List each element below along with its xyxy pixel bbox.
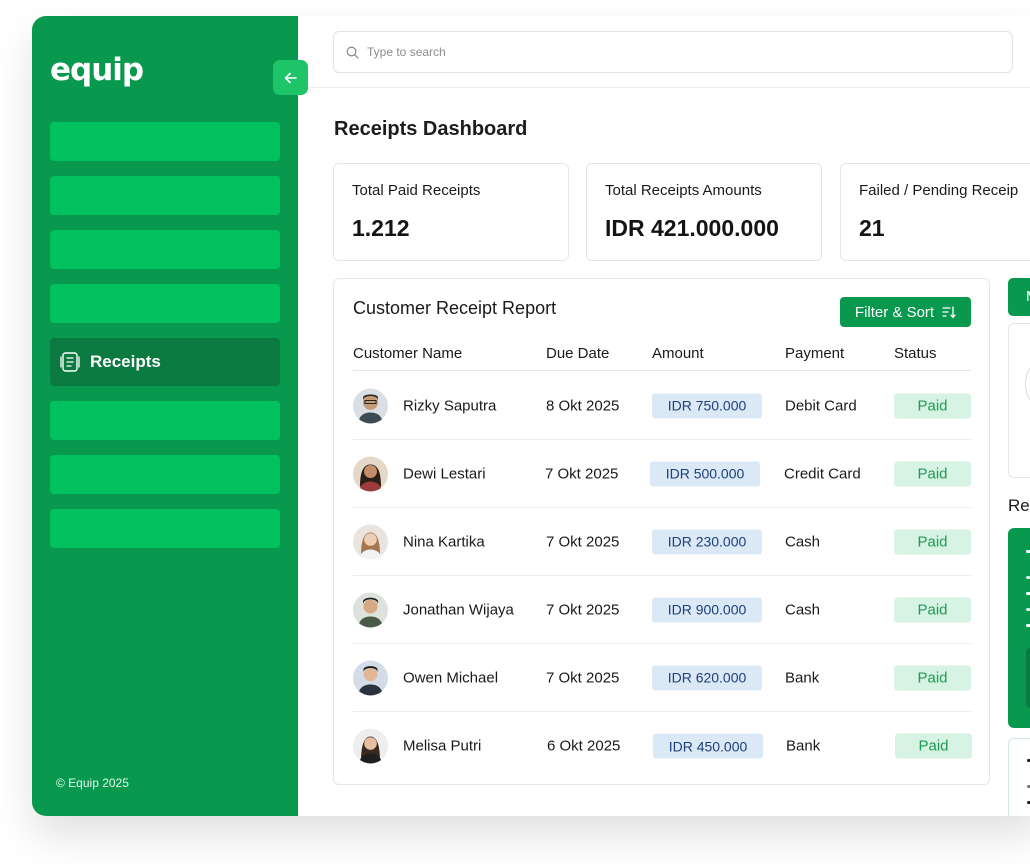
right-panel-text-line [1026,592,1030,595]
top-bar: Type to search [298,16,1030,88]
page-title: Receipts Dashboard [334,118,528,140]
avatar [353,524,388,559]
payment-method: Bank [786,737,821,755]
right-panel-card [1008,323,1030,478]
column-header-due-date[interactable]: Due Date [546,345,609,362]
avatar [353,456,388,491]
receipt-icon [60,351,80,373]
stat-value: 21 [859,215,885,241]
amount-badge: IDR 900.000 [652,597,762,622]
right-panel-inner-block [1026,648,1030,708]
right-panel-text-line [1026,576,1030,579]
column-header-customer-name[interactable]: Customer Name [353,345,462,362]
avatar [353,592,388,627]
table-row[interactable]: Melisa Putri 6 Okt 2025 IDR 450.000 Bank… [353,712,972,780]
right-panel-chart-ring [1025,354,1030,414]
column-header-payment[interactable]: Payment [785,345,844,362]
stat-value: IDR 421.000.000 [605,215,779,241]
sidebar-item-placeholder[interactable] [50,455,280,494]
status-badge: Paid [894,597,971,622]
payment-method: Cash [785,601,821,618]
sidebar-item-label: Receipts [90,352,161,371]
column-header-status[interactable]: Status [894,345,937,362]
arrow-left-icon [284,72,297,83]
sidebar-nav: Receipts [50,122,280,563]
payment-method: Debit Card [785,397,857,414]
stat-card-failed-pending: Failed / Pending Receip 21 [840,163,1030,261]
due-date: 6 Okt 2025 [547,737,621,755]
sidebar-item-placeholder[interactable] [50,122,280,161]
sort-icon [942,305,956,318]
stat-label: Total Paid Receipts [352,182,481,199]
table-row[interactable]: Rizky Saputra 8 Okt 2025 IDR 750.000 Deb… [353,372,971,440]
avatar [353,388,388,423]
search-input[interactable]: Type to search [333,31,1013,73]
right-panel-text-line [1026,550,1030,553]
table-row[interactable]: Dewi Lestari 7 Okt 2025 IDR 500.000 Cred… [353,440,971,508]
status-badge: Paid [894,461,971,486]
equip-logo-mark: equip [50,52,144,88]
sidebar-item-placeholder[interactable] [50,401,280,440]
copyright-text: © Equip 2025 [56,776,129,790]
amount-badge: IDR 750.000 [652,393,762,418]
due-date: 7 Okt 2025 [546,601,620,618]
customer-name: Jonathan Wijaya [403,601,514,618]
due-date: 7 Okt 2025 [546,533,620,550]
amount-badge: IDR 620.000 [652,665,762,690]
amount-badge: IDR 500.000 [650,461,760,486]
column-header-amount[interactable]: Amount [652,345,704,362]
table-row[interactable]: Owen Michael 7 Okt 2025 IDR 620.000 Bank… [353,644,971,712]
avatar [353,660,388,695]
customer-name: Rizky Saputra [403,397,497,414]
right-panel-highlight-card[interactable] [1008,528,1030,728]
sidebar-item-placeholder[interactable] [50,230,280,269]
filter-sort-button[interactable]: Filter & Sort [840,297,971,327]
stat-value: 1.212 [352,215,410,241]
table-row[interactable]: Nina Kartika 7 Okt 2025 IDR 230.000 Cash… [353,508,971,576]
right-panel-receipt-card[interactable] [1008,738,1030,816]
table-row[interactable]: Jonathan Wijaya 7 Okt 2025 IDR 900.000 C… [353,576,971,644]
app-window: equip Receipts © Equip 2025 Type to sear… [32,16,1030,816]
customer-name: Melisa Putri [403,737,482,755]
amount-badge: IDR 230.000 [652,529,762,554]
due-date: 7 Okt 2025 [545,465,619,482]
right-panel-section-title: Re [1008,496,1030,515]
table-header: Customer Name Due Date Amount Payment St… [353,345,971,371]
search-icon [346,46,359,59]
amount-badge: IDR 450.000 [653,733,763,759]
sidebar: equip Receipts © Equip 2025 [32,16,308,816]
due-date: 7 Okt 2025 [546,669,620,686]
customer-receipt-report: Customer Receipt Report Filter & Sort Cu… [333,278,990,785]
collapse-sidebar-button[interactable] [273,60,308,95]
equip-logo[interactable]: equip [50,50,150,94]
svg-text:equip: equip [50,52,143,88]
avatar [353,728,388,764]
right-panel-button[interactable]: M [1008,278,1030,316]
status-badge: Paid [894,665,971,690]
payment-method: Bank [785,669,820,686]
status-badge: Paid [894,529,971,554]
sidebar-item-placeholder[interactable] [50,284,280,323]
sidebar-item-placeholder[interactable] [50,509,280,548]
payment-method: Credit Card [784,465,861,482]
sidebar-item-placeholder[interactable] [50,176,280,215]
customer-name: Nina Kartika [403,533,485,550]
filter-sort-label: Filter & Sort [854,303,935,321]
stat-card-total-amounts: Total Receipts Amounts IDR 421.000.000 [586,163,822,261]
right-panel-text-line [1026,608,1030,611]
report-title: Customer Receipt Report [353,298,557,318]
status-badge: Paid [895,733,972,759]
status-badge: Paid [894,393,971,418]
search-placeholder: Type to search [367,45,446,59]
customer-name: Owen Michael [403,669,499,686]
stat-label: Failed / Pending Receip [859,182,1019,199]
right-panel-text-line [1026,624,1030,627]
sidebar-item-receipts[interactable]: Receipts [50,338,280,386]
stat-card-total-paid: Total Paid Receipts 1.212 [333,163,569,261]
right-panel-button-label: M [1026,288,1030,305]
due-date: 8 Okt 2025 [546,397,620,414]
customer-name: Dewi Lestari [403,465,486,482]
stat-label: Total Receipts Amounts [605,182,762,199]
payment-method: Cash [785,533,821,550]
